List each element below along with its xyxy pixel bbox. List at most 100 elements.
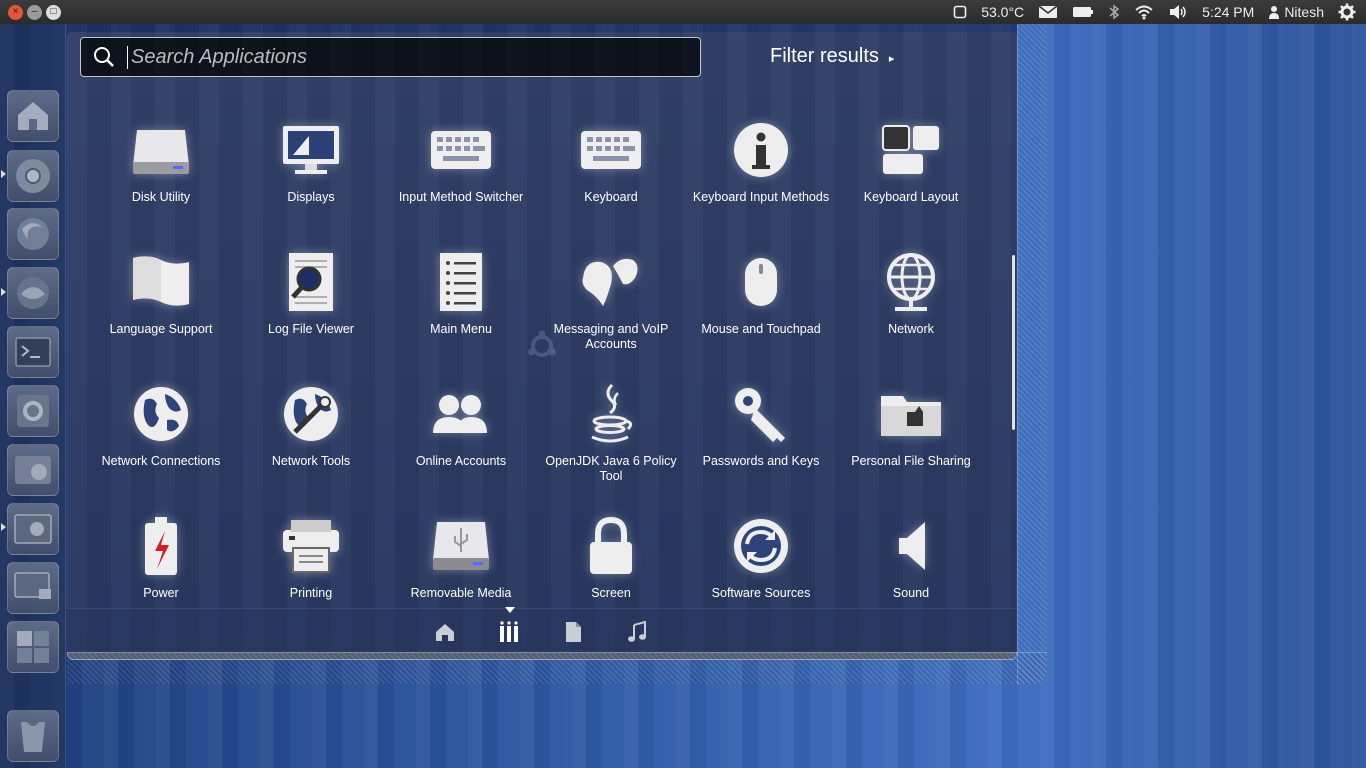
maximize-button[interactable]: □ (46, 4, 61, 20)
app-keyboard-layout[interactable]: Keyboard Layout (836, 118, 986, 228)
workspace-indicator[interactable] (953, 5, 967, 19)
app-messaging-voip[interactable]: Messaging and VoIP Accounts (536, 250, 686, 360)
launcher-item-home-folder[interactable] (7, 90, 59, 142)
user-icon (1269, 6, 1280, 19)
key-icon (729, 382, 793, 446)
launcher-item-workspace-switcher[interactable] (7, 562, 59, 614)
launcher-item-workspaces[interactable] (7, 621, 59, 673)
java-icon (579, 382, 643, 446)
keyboard-icon (579, 118, 643, 182)
app-network-connections[interactable]: Network Connections (86, 382, 236, 492)
clock-indicator[interactable]: 5:24 PM (1202, 4, 1254, 20)
battery-icon (1073, 7, 1094, 17)
running-indicator (1, 288, 6, 296)
search-bar[interactable] (80, 37, 701, 77)
music-lens-button[interactable] (624, 619, 650, 645)
flag-icon (129, 250, 193, 314)
app-language-support[interactable]: Language Support (86, 250, 236, 360)
music-note-icon (628, 621, 646, 642)
speaker-icon (879, 514, 943, 578)
filter-results-button[interactable]: Filter results ▸ (770, 45, 894, 68)
launcher-item-shotwell[interactable] (7, 503, 59, 555)
search-icon (93, 46, 115, 68)
expand-arrow-icon: ▸ (888, 52, 895, 65)
sound-indicator[interactable] (1168, 4, 1188, 20)
filter-results-label: Filter results (770, 45, 879, 67)
app-keyboard-input-methods[interactable]: Keyboard Input Methods (686, 118, 836, 228)
app-label: Network Tools (271, 454, 351, 468)
mouse-icon (729, 250, 793, 314)
launcher-item-system-settings[interactable] (7, 385, 59, 437)
firefox-icon (17, 218, 49, 250)
gear-icon (1338, 3, 1356, 21)
refresh-icon (729, 514, 793, 578)
globe-tools-icon (279, 382, 343, 446)
temperature-indicator[interactable]: 53.0°C (981, 4, 1024, 20)
chat-icon (579, 250, 643, 314)
app-label: Disk Utility (131, 190, 191, 204)
app-input-method-switcher[interactable]: Input Method Switcher (386, 118, 536, 228)
app-personal-file-sharing[interactable]: Personal File Sharing (836, 382, 986, 492)
wifi-icon (1135, 5, 1153, 20)
app-passwords-keys[interactable]: Passwords and Keys (686, 382, 836, 492)
minimize-button[interactable]: – (27, 4, 42, 20)
dash-frame-edge (67, 652, 1047, 684)
app-label: OpenJDK Java 6 Policy Tool (545, 454, 677, 483)
running-indicator (1, 523, 6, 531)
launcher-item-chrome[interactable] (7, 150, 59, 202)
volume-icon (1170, 5, 1186, 19)
network-globe-icon (879, 250, 943, 314)
app-displays[interactable]: Displays (236, 118, 386, 228)
home-folder-icon (18, 102, 48, 130)
app-label: Network Connections (101, 454, 221, 468)
search-input[interactable] (127, 45, 667, 69)
app-keyboard[interactable]: Keyboard (536, 118, 686, 228)
applications-lens-button[interactable] (496, 619, 522, 645)
close-button[interactable]: × (8, 4, 23, 20)
printer-icon (279, 514, 343, 578)
files-lens-button[interactable] (560, 619, 586, 645)
app-openjdk-policy-tool[interactable]: OpenJDK Java 6 Policy Tool (536, 382, 686, 492)
launcher-item-trash[interactable] (7, 710, 59, 762)
app-label: Sound (892, 586, 930, 600)
square-icon (953, 5, 967, 19)
app-label: Passwords and Keys (702, 454, 820, 468)
app-label: Removable Media (410, 586, 512, 600)
top-panel: × – □ 53.0°C 5:24 PM Nitesh (0, 0, 1366, 24)
app-log-file-viewer[interactable]: Log File Viewer (236, 250, 386, 360)
app-label: Personal File Sharing (851, 454, 971, 468)
app-online-accounts[interactable]: Online Accounts (386, 382, 536, 492)
usb-drive-icon (429, 514, 493, 578)
app-mouse-touchpad[interactable]: Mouse and Touchpad (686, 250, 836, 360)
app-label: Main Menu (430, 322, 492, 336)
app-label: Mouse and Touchpad (701, 322, 821, 336)
session-indicator[interactable] (1338, 3, 1356, 21)
app-disk-utility[interactable]: Disk Utility (86, 118, 236, 228)
app-network-tools[interactable]: Network Tools (236, 382, 386, 492)
home-lens-button[interactable] (432, 619, 458, 645)
launcher-item-disk[interactable] (7, 444, 59, 496)
app-main-menu[interactable]: Main Menu (386, 250, 536, 360)
app-label: Screen (591, 586, 631, 600)
launcher-item-terminal[interactable] (7, 326, 59, 378)
user-indicator[interactable]: Nitesh (1268, 4, 1324, 20)
settings-icon (17, 395, 49, 427)
log-icon (279, 250, 343, 314)
launcher-item-firefox[interactable] (7, 208, 59, 260)
bluetooth-indicator[interactable] (1108, 4, 1120, 20)
app-network[interactable]: Network (836, 250, 986, 360)
scrollbar[interactable] (1012, 255, 1015, 430)
photo-manager-icon (14, 514, 52, 544)
app-label: Keyboard (584, 190, 638, 204)
users-icon (429, 382, 493, 446)
folder-share-icon (879, 382, 943, 446)
disk-icon (129, 118, 193, 182)
app-label: Language Support (109, 322, 213, 336)
workspaces-icon (17, 631, 49, 663)
battery-indicator[interactable] (1072, 5, 1094, 19)
launcher-item-thunderbird[interactable] (7, 267, 59, 319)
network-indicator[interactable] (1134, 4, 1154, 20)
app-label: Input Method Switcher (398, 190, 524, 204)
display-icon (279, 118, 343, 182)
mail-indicator[interactable] (1038, 5, 1058, 19)
